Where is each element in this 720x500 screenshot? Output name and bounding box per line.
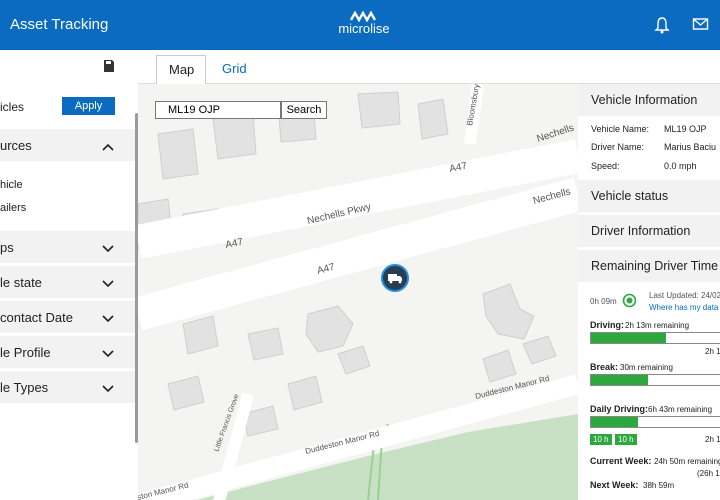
driver-name-label: Driver Name: — [591, 142, 645, 152]
brand-logo[interactable]: microlise — [334, 10, 394, 40]
building — [287, 375, 323, 411]
driving-fill — [591, 333, 666, 343]
sidebar-item-trailers[interactable]: ailers — [0, 202, 26, 214]
tab-map[interactable]: Map — [156, 55, 206, 85]
building — [522, 335, 557, 365]
building — [157, 128, 199, 180]
tab-grid[interactable]: Grid — [210, 55, 259, 85]
daily-fill — [591, 417, 638, 427]
driving-end: 2h 1 — [705, 347, 720, 356]
last-updated: Last Updated: 24/02 — [649, 291, 720, 300]
mail-icon[interactable] — [692, 16, 710, 34]
elapsed-time: 0h 09m — [590, 297, 617, 306]
save-icon[interactable] — [104, 60, 114, 75]
break-label: Break: — [590, 362, 619, 372]
map-view[interactable]: A47 A47 A47 Nechells Pkwy Nechells Neche… — [138, 84, 578, 500]
section-vehicle-status[interactable]: Vehicle status — [578, 180, 720, 212]
building — [247, 327, 284, 361]
chevron-down-icon — [102, 311, 114, 326]
brand-name: microlise — [338, 21, 390, 36]
app-title: Asset Tracking — [10, 16, 109, 33]
status-ok-icon — [622, 293, 637, 311]
filter-sidebar: icles Apply urces hicle ailers ps le sta… — [0, 50, 138, 500]
current-week-remaining: 24h 50m remaining — [654, 457, 720, 466]
driver-name-value: Marius Baciu — [664, 142, 717, 152]
next-week-label: Next Week: — [590, 480, 639, 490]
map-canvas: A47 A47 A47 Nechells Pkwy Nechells Neche… — [138, 84, 578, 500]
section-label: ps — [0, 240, 14, 255]
break-progress-bar — [590, 374, 720, 386]
truck-icon — [388, 274, 402, 284]
driving-remaining: 2h 13m remaining — [625, 321, 690, 330]
sidebar-section-vehicle-types[interactable]: le Types — [0, 371, 135, 403]
search-button[interactable]: Search — [281, 101, 327, 119]
section-title: Vehicle status — [591, 189, 669, 203]
vehicle-name-label: Vehicle Name: — [591, 124, 650, 134]
vehicle-info-panel: Vehicle Information Vehicle Name: ML19 O… — [578, 84, 720, 500]
daily-badge: 10 h — [590, 434, 612, 445]
section-label: urces — [0, 138, 32, 153]
section-title: Vehicle Information — [591, 93, 698, 107]
sidebar-section-resources[interactable]: urces — [0, 129, 135, 161]
vehicles-label: icles — [0, 100, 25, 114]
sidebar-item-vehicle[interactable]: hicle — [0, 179, 23, 191]
building — [357, 91, 401, 129]
vehicle-marker[interactable] — [381, 264, 409, 292]
road-label: A47 — [224, 237, 244, 251]
chevron-up-icon — [102, 139, 114, 154]
building — [482, 283, 535, 340]
speed-label: Speed: — [591, 161, 620, 171]
chevron-down-icon — [102, 381, 114, 396]
driving-progress-bar — [590, 332, 720, 344]
current-week-sub: (26h 1 — [697, 469, 720, 478]
chevron-down-icon — [102, 346, 114, 361]
sidebar-section-contact-date[interactable]: contact Date — [0, 301, 135, 333]
chevron-down-icon — [102, 276, 114, 291]
building — [212, 113, 257, 160]
building — [417, 98, 449, 140]
chevron-down-icon — [102, 241, 114, 256]
daily-driving-label: Daily Driving: — [590, 404, 649, 414]
sidebar-section-vehicle-state[interactable]: le state — [0, 266, 135, 298]
daily-progress-bar — [590, 416, 720, 428]
daily-end: 2h 1 — [705, 435, 720, 444]
vehicle-search-input[interactable] — [155, 101, 281, 119]
bell-icon[interactable] — [654, 16, 672, 34]
break-fill — [591, 375, 648, 385]
section-label: contact Date — [0, 310, 73, 325]
section-label: le Types — [0, 380, 49, 395]
next-week-value: 38h 59m — [643, 481, 675, 490]
break-remaining: 30m remaining — [620, 363, 673, 372]
top-bar: Asset Tracking microlise — [0, 0, 720, 50]
building — [482, 349, 517, 383]
current-week-label: Current Week: — [590, 456, 652, 466]
building — [305, 305, 354, 353]
section-title: Driver Information — [591, 224, 691, 238]
section-vehicle-information[interactable]: Vehicle Information — [578, 84, 720, 116]
daily-badge: 10 h — [615, 434, 637, 445]
section-driver-information[interactable]: Driver Information — [578, 215, 720, 247]
building — [337, 345, 371, 375]
where-data-link[interactable]: Where has my data c — [649, 303, 720, 312]
apply-button[interactable]: Apply — [62, 97, 115, 115]
speed-value: 0.0 mph — [664, 161, 697, 171]
view-tabs: Map Grid — [138, 50, 720, 85]
section-remaining-driver-time[interactable]: Remaining Driver Time — [578, 250, 720, 282]
building — [182, 315, 219, 355]
sidebar-section-groups[interactable]: ps — [0, 231, 135, 263]
driving-label: Driving: — [590, 320, 625, 330]
section-label: le state — [0, 275, 42, 290]
section-title: Remaining Driver Time — [591, 259, 719, 273]
building — [167, 375, 205, 411]
vehicle-name-value: ML19 OJP — [664, 124, 707, 134]
daily-remaining: 6h 43m remaining — [648, 405, 713, 414]
section-label: le Profile — [0, 345, 51, 360]
sidebar-section-vehicle-profile[interactable]: le Profile — [0, 336, 135, 368]
